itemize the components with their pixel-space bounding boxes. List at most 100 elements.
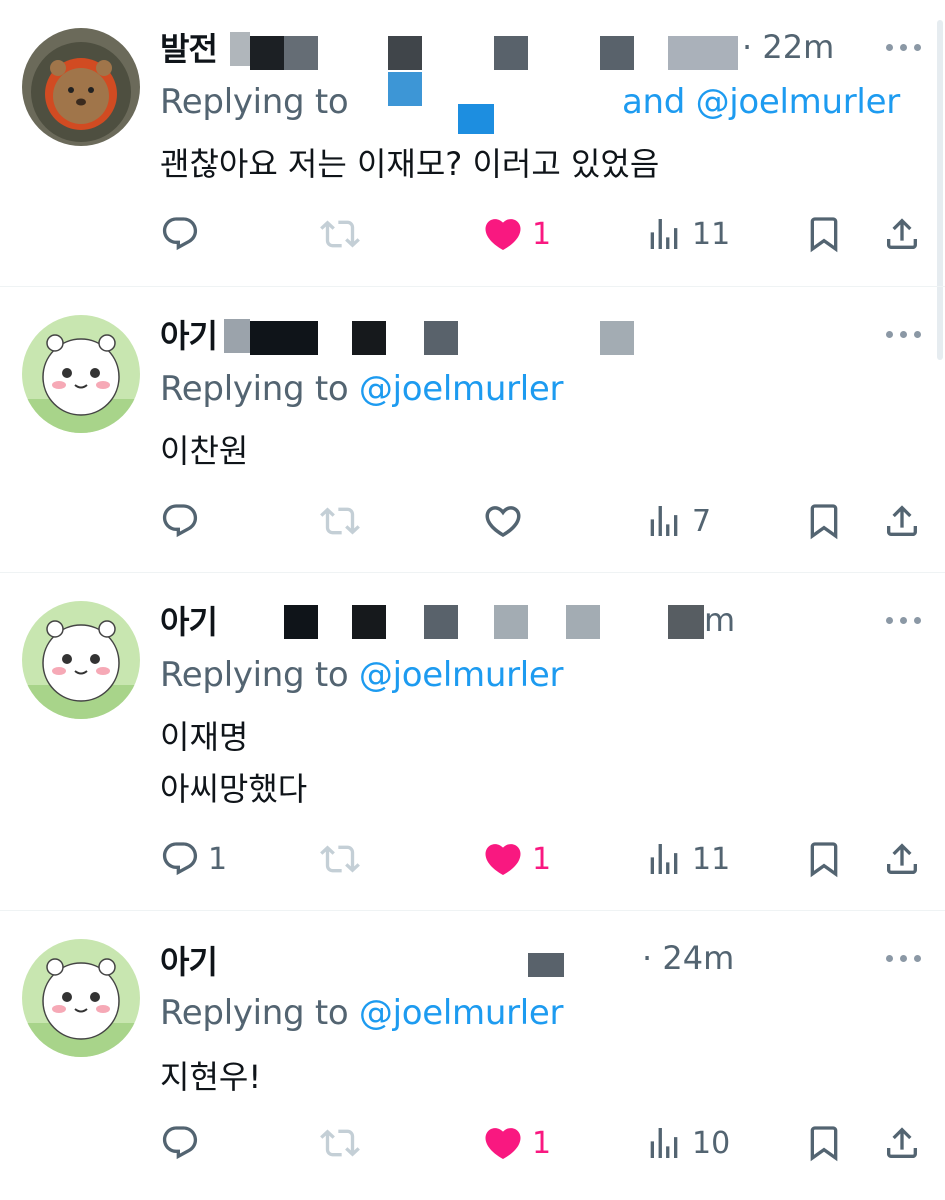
share-button[interactable] (882, 1123, 922, 1163)
tweet-4[interactable]: 아기 · 24m Replying to @joelmurler 지현우! 1 … (0, 911, 945, 1200)
redacted-block (424, 605, 458, 639)
redacted-block (352, 605, 386, 639)
like-count: 1 (532, 1125, 552, 1161)
views-button[interactable]: 7 (644, 501, 711, 541)
tweet-text: 이재명 아씨망했다 (160, 718, 308, 808)
display-name[interactable]: 발전 (160, 24, 218, 70)
mentioned-handle[interactable]: @joelmurler (359, 369, 564, 409)
mentioned-handle[interactable]: @joelmurler (359, 655, 564, 695)
views-icon (644, 839, 684, 879)
display-name[interactable]: 아기 (160, 937, 218, 983)
reply-button[interactable]: 1 (160, 839, 227, 879)
avatar[interactable] (22, 315, 140, 433)
redacted-block (600, 321, 634, 355)
more-icon[interactable] (886, 617, 922, 627)
tweet-1[interactable]: 발전 · 22m Replying to and @joelmurler 괜찮아… (0, 0, 945, 287)
share-icon (882, 214, 922, 254)
share-button[interactable] (882, 501, 922, 541)
redacted-block (566, 605, 600, 639)
more-icon[interactable] (886, 955, 922, 965)
replying-to-label: Replying to (160, 82, 349, 122)
bookmark-button[interactable] (804, 1123, 844, 1163)
like-button[interactable]: 1 (482, 1123, 551, 1163)
tweet-3[interactable]: 아기 m Replying to @joelmurler 이재명 아씨망했다 1… (0, 573, 945, 911)
views-icon (644, 1123, 684, 1163)
avatar[interactable] (22, 601, 140, 719)
reply-icon (160, 214, 200, 254)
replying-to: Replying to @joelmurler (160, 993, 564, 1033)
share-icon (882, 839, 922, 879)
replying-to-handles[interactable]: and @joelmurler (622, 82, 900, 122)
replying-to-label: Replying to (160, 993, 349, 1033)
replying-to: Replying to (160, 82, 349, 122)
redacted-block (352, 321, 386, 355)
share-button[interactable] (882, 214, 922, 254)
reply-icon (160, 839, 200, 879)
bookmark-icon (804, 1123, 844, 1163)
redacted-block (668, 605, 704, 639)
redacted-block (388, 36, 422, 70)
reply-count: 1 (208, 841, 228, 877)
retweet-icon (320, 839, 360, 879)
like-button[interactable]: 1 (482, 839, 551, 879)
like-count: 1 (532, 841, 552, 877)
more-icon[interactable] (886, 331, 922, 341)
redacted-block (250, 36, 284, 70)
heart-icon (482, 838, 524, 880)
heart-icon (482, 213, 524, 255)
retweet-icon (320, 501, 360, 541)
mentioned-handle[interactable]: @joelmurler (359, 993, 564, 1033)
retweet-button[interactable] (320, 501, 360, 541)
redacted-block (458, 104, 494, 134)
tweet-text: 괜찮아요 저는 이재모? 이러고 있었음 (160, 145, 660, 183)
share-button[interactable] (882, 839, 922, 879)
views-icon (644, 214, 684, 254)
bookmark-button[interactable] (804, 214, 844, 254)
view-count: 7 (692, 503, 712, 539)
display-name[interactable]: 아기 (160, 597, 218, 643)
redacted-block (668, 36, 738, 70)
tweet-text: 지현우! (160, 1058, 262, 1096)
redacted-block (424, 321, 458, 355)
bookmark-icon (804, 501, 844, 541)
redacted-block (230, 32, 250, 66)
heart-icon (482, 1122, 524, 1164)
like-button[interactable] (482, 501, 532, 541)
like-count: 1 (532, 216, 552, 252)
views-button[interactable]: 11 (644, 839, 730, 879)
bookmark-button[interactable] (804, 501, 844, 541)
timestamp[interactable]: · 22m (742, 28, 834, 66)
replying-to: Replying to @joelmurler (160, 655, 564, 695)
more-icon[interactable] (886, 44, 922, 54)
redacted-block (600, 36, 634, 70)
display-name[interactable]: 아기 (160, 311, 218, 357)
timestamp[interactable]: · 24m (642, 939, 734, 977)
avatar[interactable] (22, 939, 140, 1057)
timestamp[interactable]: m (704, 601, 735, 639)
retweet-icon (320, 214, 360, 254)
retweet-icon (320, 1123, 360, 1163)
redacted-block (388, 72, 422, 106)
avatar[interactable] (22, 28, 140, 146)
like-button[interactable]: 1 (482, 214, 551, 254)
redacted-block (224, 319, 250, 353)
bookmark-button[interactable] (804, 839, 844, 879)
reply-button[interactable] (160, 214, 208, 254)
redacted-block (528, 953, 564, 977)
tweet-text: 이찬원 (160, 432, 249, 470)
views-button[interactable]: 11 (644, 214, 730, 254)
views-icon (644, 501, 684, 541)
retweet-button[interactable] (320, 214, 360, 254)
reply-button[interactable] (160, 501, 208, 541)
share-icon (882, 1123, 922, 1163)
reply-button[interactable] (160, 1123, 208, 1163)
replying-to-label: Replying to (160, 655, 349, 695)
retweet-button[interactable] (320, 839, 360, 879)
replying-to: Replying to @joelmurler (160, 369, 564, 409)
mentioned-handles[interactable]: and @joelmurler (622, 82, 900, 122)
views-button[interactable]: 10 (644, 1123, 730, 1163)
redacted-block (494, 605, 528, 639)
tweet-2[interactable]: 아기 Replying to @joelmurler 이찬원 7 (0, 287, 945, 573)
heart-icon (482, 500, 524, 542)
retweet-button[interactable] (320, 1123, 360, 1163)
